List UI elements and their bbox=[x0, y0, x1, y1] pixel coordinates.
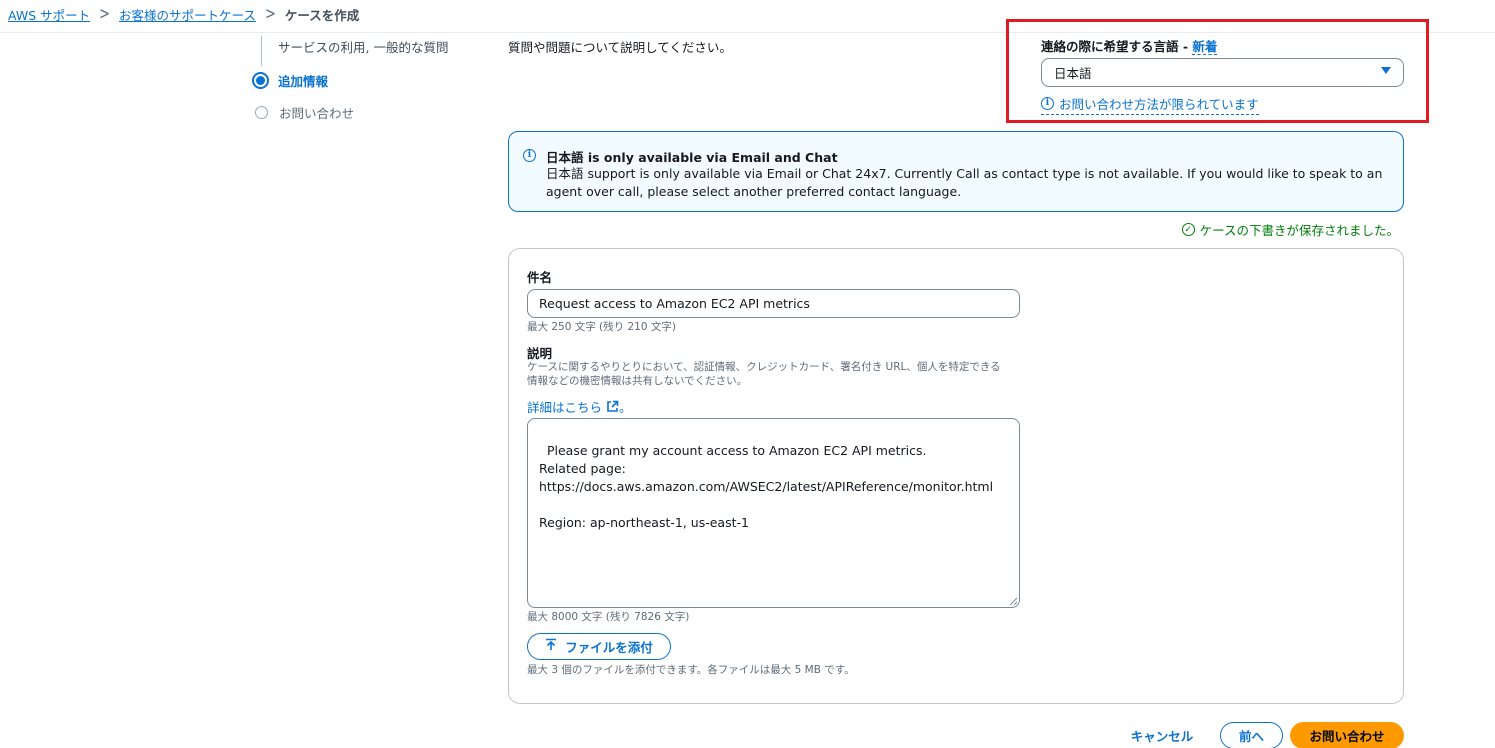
cancel-button[interactable]: キャンセル bbox=[1122, 722, 1202, 748]
subject-input[interactable]: Request access to Amazon EC2 API metrics bbox=[527, 289, 1020, 318]
new-badge[interactable]: 新着 bbox=[1192, 39, 1218, 55]
contact-limited-text: お問い合わせ方法が限られています bbox=[1059, 97, 1259, 112]
chevron-right-icon: > bbox=[264, 4, 276, 24]
check-circle-icon: ✓ bbox=[1181, 223, 1195, 236]
description-textarea[interactable]: Please grant my account access to Amazon… bbox=[527, 418, 1020, 608]
breadcrumb-current: ケースを作成 bbox=[284, 7, 360, 23]
step-previous-label: サービスの利用, 一般的な質問 bbox=[278, 40, 449, 55]
attach-file-button[interactable]: ファイルを添付 bbox=[527, 633, 671, 660]
contact-limited-link[interactable]: i お問い合わせ方法が限られています bbox=[1041, 94, 1259, 115]
step-connector bbox=[261, 36, 262, 66]
description-hint-line1: ケースに関するやりとりにおいて、認証情報、クレジットカード、署名付き URL、個… bbox=[527, 361, 1001, 373]
step-inactive-icon bbox=[255, 106, 268, 119]
breadcrumb-support-cases[interactable]: お客様のサポートケース bbox=[119, 5, 256, 24]
learn-more-text: 詳細はこちら bbox=[527, 400, 603, 415]
language-select[interactable]: 日本語 bbox=[1041, 58, 1404, 87]
subject-label: 件名 bbox=[527, 270, 553, 285]
attach-file-label: ファイルを添付 bbox=[565, 640, 653, 655]
learn-more-link[interactable]: 詳細はこちら 。 bbox=[527, 397, 632, 416]
description-value: Please grant my account access to Amazon… bbox=[539, 443, 994, 530]
description-intro: 質問や問題について説明してください。 bbox=[508, 40, 732, 55]
breadcrumb: AWS サポート > お客様のサポートケース > ケースを作成 bbox=[8, 4, 359, 24]
step-contact: お問い合わせ bbox=[253, 103, 354, 122]
info-icon: i bbox=[1041, 97, 1054, 110]
caret-down-icon bbox=[1381, 67, 1391, 74]
info-alert: i 日本語 is only available via Email and Ch… bbox=[508, 131, 1404, 212]
external-link-icon bbox=[606, 400, 619, 413]
description-hint-line2: 情報などの機密情報は共有しないでください。 bbox=[527, 375, 748, 387]
language-label: 連絡の際に希望する言語 - 新着 bbox=[1041, 36, 1218, 55]
resize-grip-icon[interactable] bbox=[1009, 597, 1017, 605]
subject-hint: 最大 250 文字 (残り 210 文字) bbox=[527, 321, 676, 333]
step-active-label: 追加情報 bbox=[278, 74, 329, 89]
info-icon: i bbox=[523, 149, 536, 162]
attach-hint: 最大 3 個のファイルを添付できます。各ファイルは最大 5 MB です。 bbox=[527, 664, 855, 676]
draft-saved-status: ✓ ケースの下書きが保存されました。 bbox=[1181, 220, 1399, 239]
submit-button[interactable]: お問い合わせ bbox=[1290, 722, 1404, 748]
language-label-text: 連絡の際に希望する言語 - bbox=[1041, 39, 1193, 54]
step-inactive-label: お問い合わせ bbox=[279, 106, 355, 121]
learn-more-suffix: 。 bbox=[619, 400, 632, 415]
breadcrumb-aws-support[interactable]: AWS サポート bbox=[8, 5, 90, 24]
alert-body: 日本語 support is only available via Email … bbox=[546, 166, 1383, 199]
step-additional-info: 追加情報 bbox=[252, 71, 328, 90]
previous-button[interactable]: 前へ bbox=[1220, 722, 1283, 748]
upload-icon bbox=[545, 638, 557, 655]
description-counter: 最大 8000 文字 (残り 7826 文字) bbox=[527, 611, 690, 623]
draft-saved-text: ケースの下書きが保存されました。 bbox=[1199, 223, 1399, 238]
alert-title: 日本語 is only available via Email and Chat bbox=[546, 150, 838, 165]
chevron-right-icon: > bbox=[99, 4, 111, 24]
language-selected-value: 日本語 bbox=[1054, 66, 1092, 81]
step-active-icon bbox=[252, 72, 269, 89]
